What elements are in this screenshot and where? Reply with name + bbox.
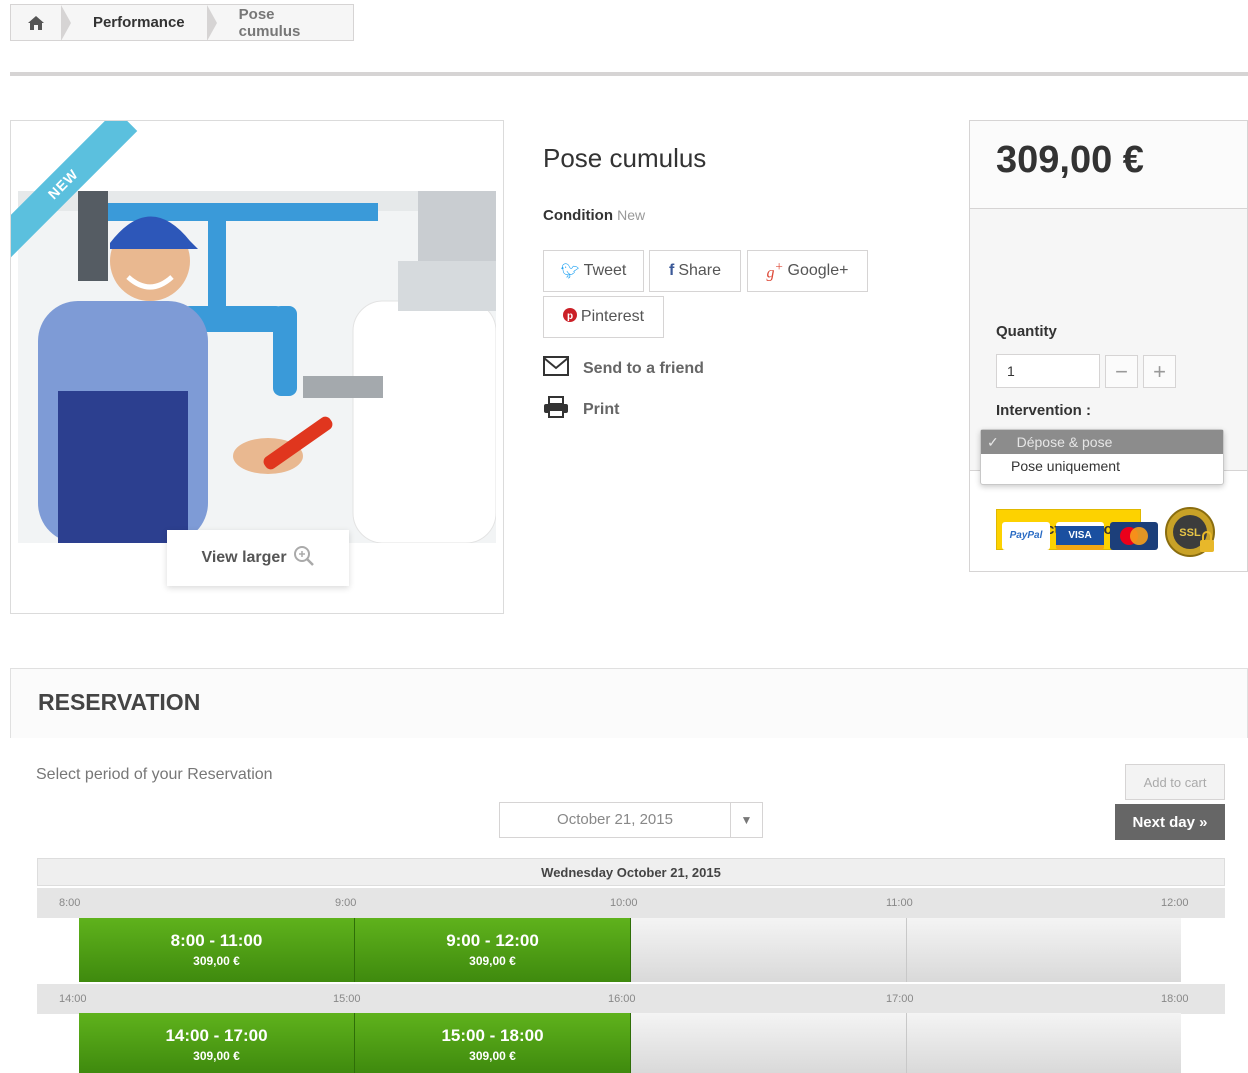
time-slot[interactable]: 9:00 - 12:00 309,00 € — [355, 918, 631, 982]
tweet-label: Tweet — [583, 262, 627, 279]
share-label: Share — [678, 262, 722, 279]
reservation-subtitle: Select period of your Reservation — [36, 766, 273, 783]
envelope-icon — [543, 356, 569, 381]
breadcrumb-separator — [60, 4, 71, 41]
payment-logos: PayPal VISA SSL — [1002, 506, 1218, 565]
intervention-dropdown[interactable]: ✓ Dépose & pose Pose uniquement — [980, 429, 1224, 485]
slot-price: 309,00 € — [469, 954, 516, 968]
time-tick: 9:00 — [335, 897, 357, 909]
time-scale-row: 14:00 15:00 16:00 17:00 18:00 — [37, 984, 1225, 1014]
reservation-date-select[interactable]: October 21, 2015 ▼ — [499, 802, 763, 838]
twitter-icon: 🐦︎ — [560, 263, 580, 280]
time-tick: 11:00 — [886, 897, 913, 909]
slot-time: 9:00 - 12:00 — [446, 931, 539, 950]
facebook-icon: f — [668, 262, 675, 279]
google-plus-label: Google+ — [787, 262, 849, 279]
time-tick: 15:00 — [333, 993, 361, 1005]
condition-label: Condition — [543, 207, 613, 224]
buy-box: 309,00 € Quantity 1 − + Intervention : ✓… — [969, 120, 1248, 572]
divider — [10, 72, 1248, 76]
price-section: 309,00 € — [970, 121, 1247, 209]
day-title: Wednesday October 21, 2015 — [37, 858, 1225, 886]
option-label: Dépose & pose — [1016, 434, 1113, 450]
slot-price: 309,00 € — [193, 1049, 240, 1063]
breadcrumb-link-performance[interactable]: Performance — [71, 5, 207, 40]
paypal-logo: PayPal — [1002, 521, 1050, 550]
breadcrumb-separator — [206, 4, 217, 41]
slot-track: 8:00 - 11:00 309,00 € 9:00 - 12:00 309,0… — [79, 918, 1181, 982]
ssl-lock-icon: SSL — [1164, 506, 1218, 565]
product-photo[interactable] — [18, 191, 496, 543]
visa-logo: VISA — [1056, 521, 1104, 550]
dropdown-option[interactable]: Pose uniquement — [981, 454, 1223, 478]
time-tick: 16:00 — [608, 993, 636, 1005]
quantity-input[interactable]: 1 — [996, 354, 1100, 388]
time-tick: 14:00 — [59, 993, 87, 1005]
time-slot[interactable]: 14:00 - 17:00 309,00 € — [79, 1013, 355, 1073]
time-slot[interactable]: 8:00 - 11:00 309,00 € — [79, 918, 355, 982]
google-plus-icon: g+ — [766, 259, 784, 282]
quantity-label: Quantity — [996, 323, 1057, 340]
send-to-friend-link[interactable]: Send to a friend — [543, 356, 704, 381]
pinterest-icon: p — [562, 307, 577, 327]
slot-track: 14:00 - 17:00 309,00 € 15:00 - 18:00 309… — [79, 1013, 1181, 1073]
date-value: October 21, 2015 — [557, 811, 673, 828]
print-label: Print — [583, 400, 620, 418]
time-tick: 18:00 — [1161, 993, 1189, 1005]
slot-time: 15:00 - 18:00 — [441, 1026, 544, 1045]
slot-time: 14:00 - 17:00 — [165, 1026, 268, 1045]
slot-time: 8:00 - 11:00 — [170, 931, 263, 950]
tweet-button[interactable]: 🐦︎ Tweet — [543, 250, 644, 292]
view-larger-label: View larger — [201, 549, 287, 566]
slot-price: 309,00 € — [469, 1049, 516, 1063]
add-to-cart-button[interactable]: Add to cart — [1125, 764, 1225, 800]
breadcrumb-current: Pose cumulus — [238, 5, 301, 40]
product-title: Pose cumulus — [543, 143, 707, 173]
pinterest-button[interactable]: p Pinterest — [543, 296, 664, 338]
time-tick: 12:00 — [1161, 897, 1189, 909]
mastercard-logo — [1110, 521, 1158, 550]
slot-price: 309,00 € — [193, 954, 240, 968]
product-price: 309,00 € — [996, 139, 1144, 181]
facebook-share-button[interactable]: f Share — [649, 250, 741, 292]
intervention-label: Intervention : — [996, 402, 1092, 419]
chevron-down-icon[interactable]: ▼ — [730, 803, 762, 837]
svg-text:p: p — [567, 311, 573, 322]
dropdown-option-selected[interactable]: ✓ Dépose & pose — [981, 430, 1223, 454]
google-plus-button[interactable]: g+ Google+ — [747, 250, 868, 292]
view-larger-button[interactable]: View larger — [167, 530, 349, 586]
quantity-increase-button[interactable]: + — [1143, 355, 1176, 388]
send-to-friend-label: Send to a friend — [583, 359, 704, 377]
pinterest-label: Pinterest — [580, 308, 645, 325]
options-section: Quantity 1 − + Intervention : ✓ Dépose &… — [970, 209, 1247, 550]
print-link[interactable]: Print — [543, 396, 619, 423]
quantity-decrease-button[interactable]: − — [1105, 355, 1138, 388]
breadcrumb: Performance Pose cumulus — [10, 4, 354, 41]
product-condition: Condition New — [543, 207, 645, 224]
condition-value: New — [617, 207, 646, 223]
time-slot[interactable]: 15:00 - 18:00 309,00 € — [355, 1013, 631, 1073]
printer-icon — [543, 396, 569, 423]
time-scale-row: 8:00 9:00 10:00 11:00 12:00 — [37, 888, 1225, 918]
home-icon[interactable] — [11, 5, 61, 40]
time-tick: 17:00 — [886, 993, 914, 1005]
time-tick: 10:00 — [610, 897, 638, 909]
time-tick: 8:00 — [59, 897, 81, 909]
product-image-box: NEW View larger — [10, 120, 504, 614]
next-day-button[interactable]: Next day » — [1115, 804, 1225, 840]
ssl-label: SSL — [1179, 527, 1201, 539]
reservation-heading: RESERVATION — [10, 668, 1248, 738]
zoom-icon — [293, 545, 315, 572]
